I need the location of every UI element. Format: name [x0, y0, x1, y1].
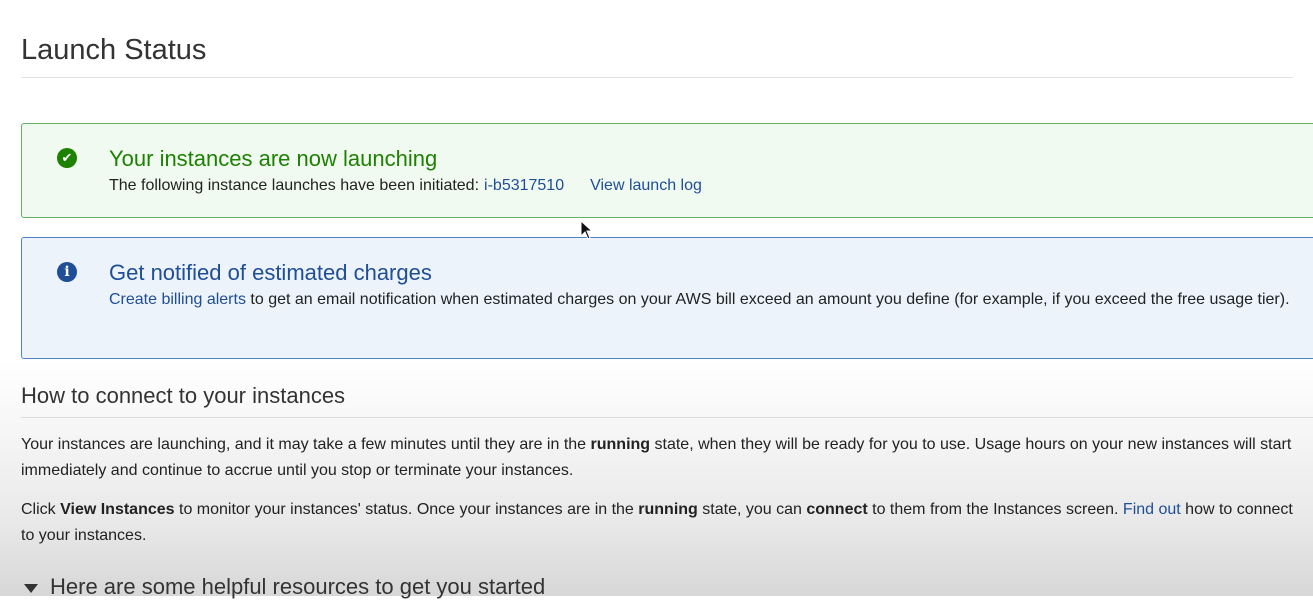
launch-success-alert: ✔ Your instances are now launching The f…: [21, 123, 1313, 218]
resources-label: Here are some helpful resources to get y…: [50, 574, 546, 599]
p1-running-bold: running: [590, 436, 651, 453]
title-divider: [21, 77, 1293, 78]
check-circle-icon: ✔: [57, 148, 77, 168]
mouse-cursor-icon: [580, 220, 594, 240]
p2-running-bold: running: [638, 501, 698, 518]
info-circle-icon: i: [57, 262, 77, 282]
p2-view-instances-bold: View Instances: [60, 501, 175, 518]
success-alert-text: The following instance launches have bee…: [109, 177, 480, 194]
find-out-link[interactable]: Find out: [1123, 501, 1181, 518]
p1-text-before: Your instances are launching, and it may…: [21, 436, 591, 453]
connect-section-heading: How to connect to your instances: [21, 383, 346, 408]
p2-text-1: Click: [21, 501, 61, 518]
page-title: Launch Status: [21, 34, 207, 66]
launching-paragraph: Your instances are launching, and it may…: [21, 432, 1299, 484]
info-alert-body: Create billing alerts to get an email no…: [109, 287, 1299, 313]
caret-down-icon: [24, 583, 38, 593]
p2-text-3: state, you can: [697, 501, 807, 518]
info-alert-heading: Get notified of estimated charges: [109, 260, 432, 285]
view-instances-paragraph: Click View Instances to monitor your ins…: [21, 497, 1299, 549]
p2-connect-bold: connect: [806, 501, 868, 518]
info-alert-text: to get an email notification when estima…: [250, 291, 1290, 308]
p2-text-4: to them from the Instances screen.: [867, 501, 1123, 518]
instance-id-link[interactable]: i-b5317510: [484, 177, 564, 194]
create-billing-alerts-link[interactable]: Create billing alerts: [109, 291, 246, 308]
resources-toggle[interactable]: Here are some helpful resources to get y…: [24, 574, 545, 600]
success-alert-body: The following instance launches have bee…: [109, 173, 702, 199]
billing-info-alert: i Get notified of estimated charges Crea…: [21, 237, 1313, 359]
view-launch-log-link[interactable]: View launch log: [590, 177, 702, 194]
p2-text-2: to monitor your instances' status. Once …: [174, 501, 639, 518]
success-alert-heading: Your instances are now launching: [109, 146, 438, 171]
section-divider: [21, 417, 1313, 418]
